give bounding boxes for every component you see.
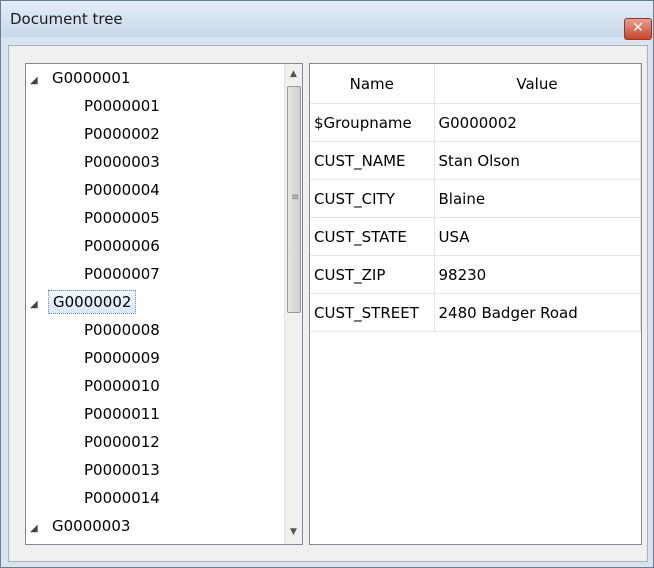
tree-item-node[interactable]: P0000005: [84, 204, 160, 232]
tree-group-label: G0000001: [52, 69, 131, 87]
properties-table: Name Value $Groupname G0000002 CUST_NAME St…: [310, 64, 641, 332]
expand-arrow-icon[interactable]: ◢: [30, 67, 44, 95]
scroll-down-arrow-icon[interactable]: ▼: [285, 524, 302, 541]
grid-row[interactable]: CUST_NAME Stan Olson: [310, 141, 641, 180]
tree-group-node[interactable]: ◢ G0000003: [30, 512, 130, 540]
property-name-cell[interactable]: CUST_ZIP: [310, 255, 435, 294]
close-button[interactable]: ✕: [624, 18, 652, 40]
scroll-up-arrow-icon[interactable]: ▲: [285, 66, 302, 83]
tree-item-node[interactable]: P0000008: [84, 316, 160, 344]
dialog-body: ◢ G0000001 P0000001 P0000002 P0000003 P000000…: [8, 45, 648, 562]
tree-item-node[interactable]: P0000012: [84, 428, 160, 456]
column-header-name[interactable]: Name: [310, 64, 435, 104]
tree-group-label: G0000002: [48, 290, 137, 314]
tree-item-node[interactable]: P0000011: [84, 400, 160, 428]
tree-item-node[interactable]: P0000009: [84, 344, 160, 372]
grid-row[interactable]: CUST_STREET 2480 Badger Road: [310, 293, 641, 332]
tree-item-node[interactable]: P0000010: [84, 372, 160, 400]
tree-item-node[interactable]: P0000004: [84, 176, 160, 204]
tree-item-node[interactable]: P0000003: [84, 148, 160, 176]
property-name-cell[interactable]: CUST_NAME: [310, 141, 435, 180]
property-value-cell[interactable]: G0000002: [434, 103, 641, 142]
expand-arrow-icon[interactable]: ◢: [30, 291, 44, 319]
grid-row[interactable]: CUST_ZIP 98230: [310, 255, 641, 294]
tree-item-node[interactable]: P0000013: [84, 456, 160, 484]
tree-item-node[interactable]: P0000001: [84, 92, 160, 120]
tree-group-node[interactable]: ◢ G0000001: [30, 64, 130, 92]
grid-header-row: Name Value: [310, 64, 641, 104]
grid-row[interactable]: CUST_CITY Blaine: [310, 179, 641, 218]
property-value-cell[interactable]: Stan Olson: [434, 141, 641, 180]
tree-item-node[interactable]: P0000007: [84, 260, 160, 288]
document-tree-view[interactable]: ◢ G0000001 P0000001 P0000002 P0000003 P000000…: [25, 63, 303, 545]
property-value-cell[interactable]: 98230: [434, 255, 641, 294]
tree-scrollbar[interactable]: ▲ ≡ ▼: [284, 64, 302, 544]
window-title: Document tree: [10, 10, 123, 28]
property-value-cell[interactable]: Blaine: [434, 179, 641, 218]
document-tree-window: Document tree ✕ ◢ G0000001 P0000001 P000000…: [0, 0, 654, 568]
properties-grid[interactable]: Name Value $Groupname G0000002 CUST_NAME St…: [309, 63, 642, 545]
scroll-thumb[interactable]: ≡: [287, 86, 301, 313]
tree-group-node[interactable]: ◢ G0000002: [30, 288, 137, 319]
property-name-cell[interactable]: CUST_CITY: [310, 179, 435, 218]
tree-item-node[interactable]: P0000006: [84, 232, 160, 260]
tree-item-node[interactable]: P0000002: [84, 120, 160, 148]
property-value-cell[interactable]: USA: [434, 217, 641, 256]
property-name-cell[interactable]: CUST_STATE: [310, 217, 435, 256]
tree-group-label: G0000003: [52, 517, 131, 535]
title-bar[interactable]: Document tree ✕: [1, 1, 653, 40]
grid-body: $Groupname G0000002 CUST_NAME Stan Olson CUS…: [310, 103, 641, 332]
property-name-cell[interactable]: $Groupname: [310, 103, 435, 142]
tree-item-node[interactable]: P0000014: [84, 484, 160, 512]
grid-row[interactable]: $Groupname G0000002: [310, 103, 641, 142]
property-value-cell[interactable]: 2480 Badger Road: [434, 293, 641, 332]
property-name-cell[interactable]: CUST_STREET: [310, 293, 435, 332]
expand-arrow-icon[interactable]: ◢: [30, 515, 44, 543]
grip-icon: ≡: [291, 192, 300, 203]
column-header-value[interactable]: Value: [434, 64, 641, 104]
grid-row[interactable]: CUST_STATE USA: [310, 217, 641, 256]
